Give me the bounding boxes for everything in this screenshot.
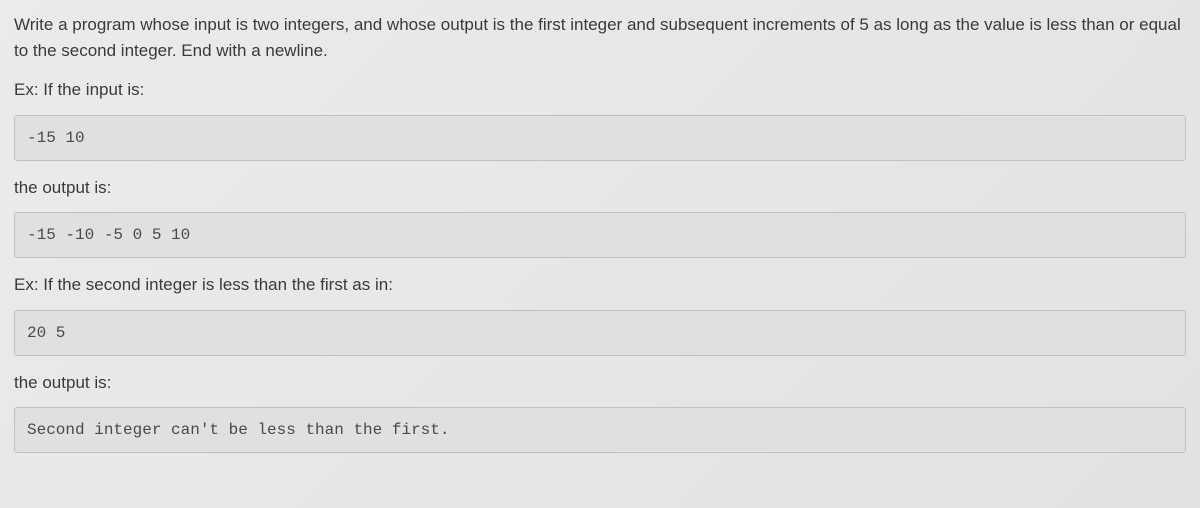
example2-output-label: the output is: xyxy=(14,370,1186,396)
problem-description: Write a program whose input is two integ… xyxy=(14,12,1186,63)
example2-input-label: Ex: If the second integer is less than t… xyxy=(14,272,1186,298)
example2-output-code: Second integer can't be less than the fi… xyxy=(14,407,1186,453)
example1-input-label: Ex: If the input is: xyxy=(14,77,1186,103)
example1-input-code: -15 10 xyxy=(14,115,1186,161)
example1-output-label: the output is: xyxy=(14,175,1186,201)
example2-input-code: 20 5 xyxy=(14,310,1186,356)
example1-output-code: -15 -10 -5 0 5 10 xyxy=(14,212,1186,258)
